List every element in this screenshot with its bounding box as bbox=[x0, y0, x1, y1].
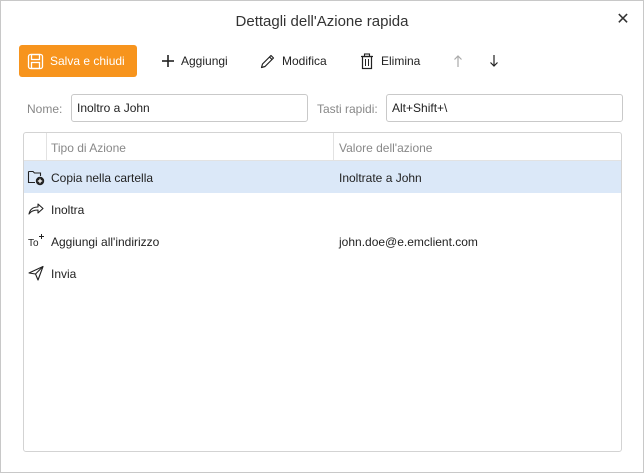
save-and-close-label: Salva e chiudi bbox=[50, 54, 125, 68]
action-type: Inoltra bbox=[51, 203, 85, 217]
add-recipient-icon: To bbox=[27, 232, 45, 250]
table-row[interactable]: To Aggiungi all'indirizzo john.doe@e.emc… bbox=[24, 225, 621, 257]
action-type: Copia nella cartella bbox=[51, 171, 154, 185]
save-icon bbox=[27, 53, 44, 70]
action-value: Inoltrate a John bbox=[339, 171, 422, 185]
column-divider bbox=[46, 133, 47, 161]
add-button[interactable]: Aggiungi bbox=[161, 45, 228, 77]
shortcut-input[interactable] bbox=[386, 94, 623, 122]
send-icon bbox=[27, 264, 45, 282]
delete-label: Elimina bbox=[381, 54, 421, 68]
name-label: Nome: bbox=[27, 102, 63, 116]
table-header: Tipo di Azione Valore dell'azione bbox=[24, 133, 621, 161]
move-up-button[interactable] bbox=[450, 45, 466, 77]
column-divider[interactable] bbox=[333, 133, 334, 161]
action-type: Invia bbox=[51, 267, 77, 281]
action-value: john.doe@e.emclient.com bbox=[339, 235, 478, 249]
forward-icon bbox=[27, 200, 45, 218]
table-row[interactable]: Copia nella cartella Inoltrate a John bbox=[24, 161, 621, 193]
edit-button[interactable]: Modifica bbox=[259, 45, 327, 77]
delete-button[interactable]: Elimina bbox=[359, 45, 420, 77]
save-and-close-button[interactable]: Salva e chiudi bbox=[19, 45, 137, 77]
actions-table: Tipo di Azione Valore dell'azione Copia … bbox=[23, 132, 622, 452]
trash-icon bbox=[359, 52, 375, 70]
close-button[interactable]: ✕ bbox=[615, 11, 631, 29]
arrow-up-icon bbox=[453, 54, 463, 68]
action-type: Aggiungi all'indirizzo bbox=[51, 235, 160, 249]
name-input[interactable] bbox=[71, 94, 308, 122]
dialog-title: Dettagli dell'Azione rapida bbox=[235, 13, 409, 30]
toolbar: Salva e chiudi Aggiungi Modifica Elimina bbox=[19, 45, 619, 77]
shortcut-label: Tasti rapidi: bbox=[317, 102, 378, 116]
edit-label: Modifica bbox=[282, 54, 327, 68]
close-icon: ✕ bbox=[616, 11, 630, 28]
arrow-down-icon bbox=[489, 54, 499, 68]
plus-icon bbox=[161, 54, 175, 68]
svg-text:To: To bbox=[28, 238, 39, 249]
pencil-icon bbox=[259, 53, 276, 70]
title-bar: Dettagli dell'Azione rapida ✕ bbox=[1, 1, 643, 41]
table-row[interactable]: Inoltra bbox=[24, 193, 621, 225]
column-header-type[interactable]: Tipo di Azione bbox=[51, 141, 126, 155]
table-row[interactable]: Invia bbox=[24, 257, 621, 289]
column-header-value[interactable]: Valore dell'azione bbox=[339, 141, 432, 155]
quick-action-dialog: Dettagli dell'Azione rapida ✕ Salva e ch… bbox=[0, 0, 644, 473]
copy-to-folder-icon bbox=[27, 168, 45, 186]
move-down-button[interactable] bbox=[486, 45, 502, 77]
add-label: Aggiungi bbox=[181, 54, 228, 68]
